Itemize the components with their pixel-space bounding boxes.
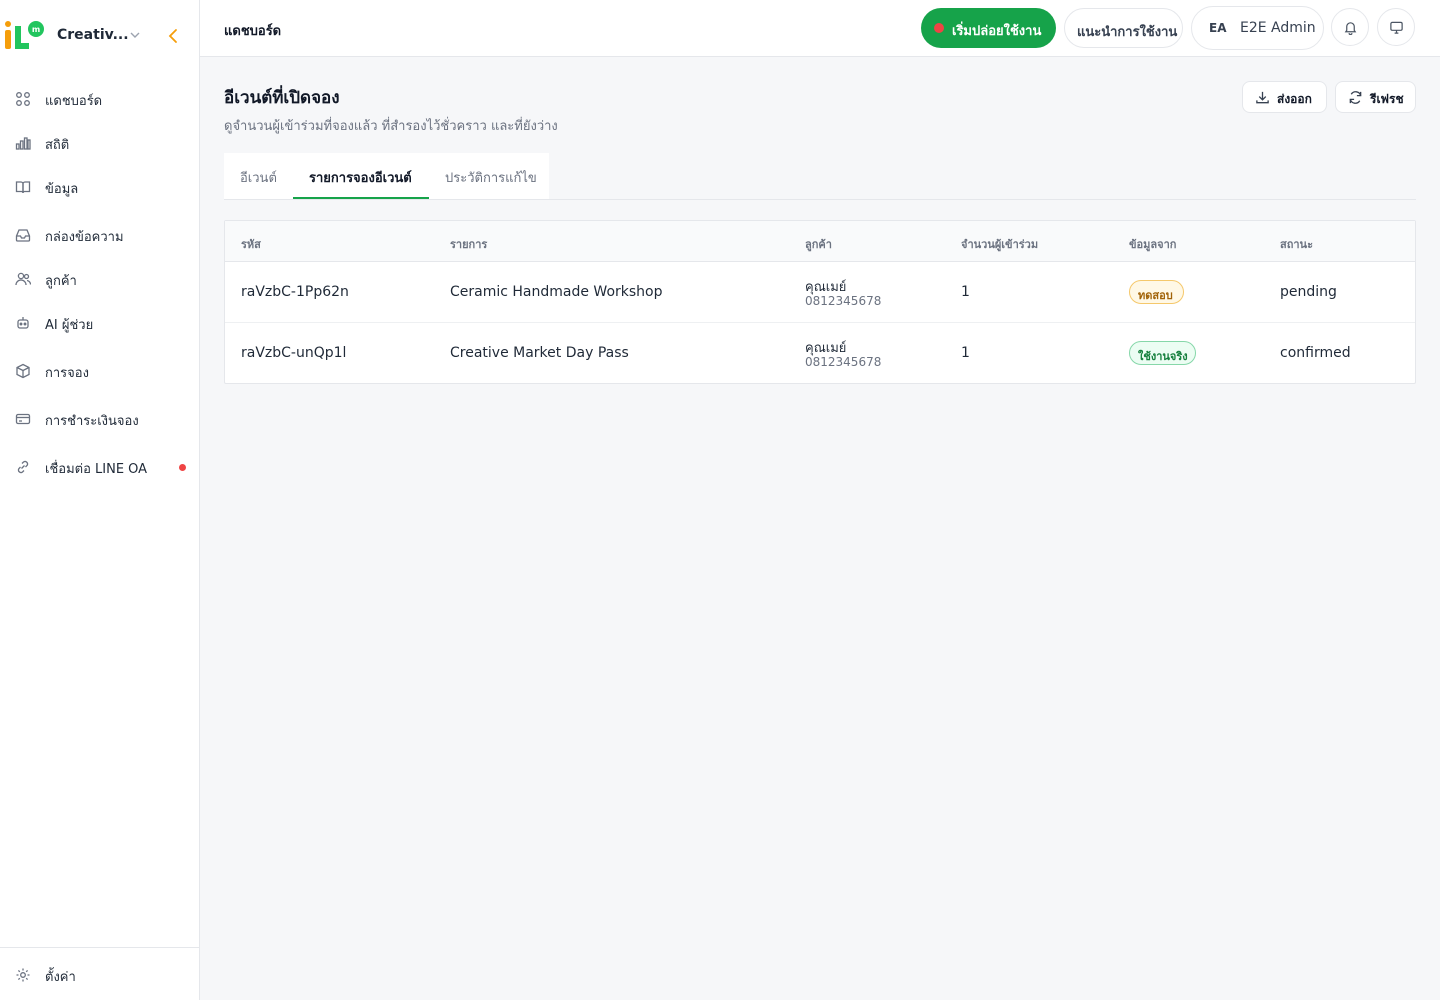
sidebar-item-label: กล่องข้อความ: [45, 230, 124, 245]
tab-event-bookings[interactable]: รายการจองอีเวนต์: [293, 153, 429, 199]
logo-badge-text: m: [32, 25, 40, 34]
sidebar-item-label: AI ผู้ช่วย: [45, 318, 94, 333]
page-subtitle: ดูจำนวนผู้เข้าร่วมที่จองแล้ว ที่สำรองไว้…: [224, 119, 558, 134]
column-header: ข้อมูลจาก: [1129, 238, 1177, 251]
sidebar-item-label: การจอง: [45, 366, 89, 381]
download-icon: [1256, 91, 1269, 104]
tab-label: อีเวนต์: [240, 171, 277, 186]
link-icon: [17, 460, 29, 474]
export-button-label: ส่งออก: [1277, 92, 1312, 106]
customer-phone: 0812345678: [805, 294, 882, 308]
column-header: ลูกค้า: [805, 238, 832, 251]
source-badge: ทดสอบ: [1129, 280, 1184, 304]
display-button[interactable]: [1377, 8, 1415, 46]
booking-status: pending: [1280, 284, 1337, 300]
page-title: อีเวนต์ที่เปิดจอง: [224, 88, 340, 108]
bar-chart-icon: [15, 137, 31, 150]
sidebar-item-line-oa[interactable]: เชื่อมต่อ LINE OA: [0, 446, 200, 486]
sidebar-item-inbox[interactable]: กล่องข้อความ: [0, 214, 200, 254]
sidebar-item-label: แดชบอร์ด: [45, 94, 103, 109]
booking-code: raVzbC-unQp1l: [241, 345, 347, 361]
booking-code: raVzbC-1Pp62n: [241, 284, 349, 300]
guide-button-label: แนะนำการใช้งาน: [1077, 25, 1178, 40]
tab-label: ประวัติการแก้ไข: [445, 171, 537, 186]
bell-icon: [1344, 22, 1357, 35]
sidebar-item-booking-payments[interactable]: การชำระเงินจอง: [0, 398, 200, 438]
sidebar-item-stats[interactable]: สถิติ: [0, 122, 200, 162]
launch-button[interactable]: เริ่มปล่อยใช้งาน: [921, 8, 1056, 48]
booking-item: Creative Market Day Pass: [450, 345, 629, 361]
source-badge: ใช้งานจริง: [1129, 341, 1196, 365]
table-header: รหัส รายการ ลูกค้า จำนวนผู้เข้าร่วม ข้อม…: [225, 221, 1415, 262]
attendee-count: 1: [961, 345, 970, 361]
collapse-sidebar-icon[interactable]: [166, 28, 180, 44]
alert-dot: [179, 464, 186, 471]
top-header: แดชบอร์ด เริ่มปล่อยใช้งาน แนะนำการใช้งาน…: [200, 0, 1440, 57]
user-name: E2E Admin: [1240, 20, 1316, 36]
refresh-button[interactable]: รีเฟรช: [1335, 81, 1416, 113]
sidebar-item-label: เชื่อมต่อ LINE OA: [45, 462, 148, 477]
refresh-icon: [1349, 91, 1362, 104]
bot-icon: [17, 317, 29, 329]
monitor-icon: [1390, 21, 1403, 34]
sidebar-item-label: ตั้งค่า: [45, 970, 76, 985]
tab-bar: อีเวนต์ รายการจองอีเวนต์ ประวัติการแก้ไข: [224, 153, 1416, 200]
sidebar-item-data[interactable]: ข้อมูล: [0, 166, 200, 206]
tab-label: รายการจองอีเวนต์: [309, 171, 412, 186]
export-button[interactable]: ส่งออก: [1242, 81, 1327, 113]
booking-item: Ceramic Handmade Workshop: [450, 284, 663, 300]
sidebar: m Creativ... แดชบอร์ด สถิติ ข้อมูล กล่อง…: [0, 0, 200, 1000]
sidebar-item-ai-assistant[interactable]: AI ผู้ช่วย: [0, 302, 200, 342]
brand-logo-icon: m: [5, 21, 44, 49]
column-header: รหัส: [241, 238, 261, 251]
column-header: รายการ: [450, 238, 488, 251]
users-icon: [15, 272, 31, 286]
guide-button[interactable]: แนะนำการใช้งาน: [1064, 8, 1183, 48]
bookings-table: รหัส รายการ ลูกค้า จำนวนผู้เข้าร่วม ข้อม…: [224, 220, 1416, 384]
refresh-button-label: รีเฟรช: [1370, 92, 1404, 106]
package-icon: [16, 363, 30, 379]
brand-header: m Creativ...: [0, 0, 200, 72]
tab-group: อีเวนต์ รายการจองอีเวนต์ ประวัติการแก้ไข: [224, 153, 549, 199]
column-header: จำนวนผู้เข้าร่วม: [961, 238, 1039, 251]
user-menu-button[interactable]: EA E2E Admin: [1191, 6, 1324, 50]
sidebar-item-label: ข้อมูล: [45, 182, 79, 197]
credit-card-icon: [15, 413, 31, 425]
booking-status: confirmed: [1280, 345, 1351, 361]
chevron-down-icon[interactable]: [129, 29, 141, 41]
customer-phone: 0812345678: [805, 355, 882, 369]
launch-button-label: เริ่มปล่อยใช้งาน: [952, 24, 1042, 39]
book-icon: [15, 181, 31, 194]
attendee-count: 1: [961, 284, 970, 300]
column-header: สถานะ: [1280, 238, 1313, 251]
tab-events[interactable]: อีเวนต์: [224, 153, 293, 199]
source-badge-label: ทดสอบ: [1138, 289, 1173, 302]
status-dot: [934, 23, 944, 33]
sidebar-item-settings[interactable]: ตั้งค่า: [0, 947, 200, 1000]
tab-edit-history[interactable]: ประวัติการแก้ไข: [429, 153, 549, 199]
sidebar-item-label: สถิติ: [45, 138, 70, 153]
inbox-icon: [15, 229, 31, 242]
sidebar-item-customers[interactable]: ลูกค้า: [0, 258, 200, 298]
table-row[interactable]: raVzbC-unQp1l Creative Market Day Pass ค…: [225, 323, 1415, 384]
sidebar-item-label: ลูกค้า: [45, 274, 77, 289]
source-badge-label: ใช้งานจริง: [1138, 350, 1188, 363]
table-row[interactable]: raVzbC-1Pp62n Ceramic Handmade Workshop …: [225, 262, 1415, 323]
sidebar-item-label: การชำระเงินจอง: [45, 414, 139, 429]
avatar: EA: [1209, 21, 1227, 35]
sidebar-item-bookings[interactable]: การจอง: [0, 350, 200, 390]
brand-name[interactable]: Creativ...: [57, 27, 129, 43]
gear-icon: [16, 968, 30, 982]
grid-icon: [16, 92, 30, 106]
notifications-button[interactable]: [1331, 8, 1369, 46]
sidebar-item-dashboard[interactable]: แดชบอร์ด: [0, 78, 200, 118]
header-title: แดชบอร์ด: [224, 24, 282, 39]
